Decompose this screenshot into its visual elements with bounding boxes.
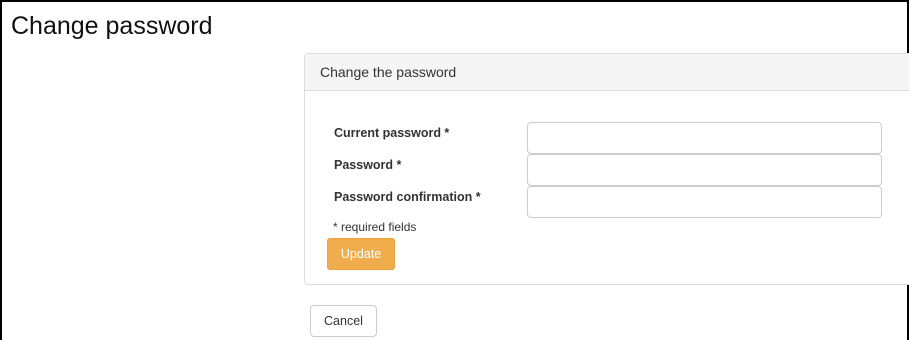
required-fields-note: * required fields: [333, 220, 417, 234]
panel-heading: Change the password: [305, 54, 909, 91]
current-password-input[interactable]: [527, 122, 882, 154]
current-password-label: Current password *: [334, 126, 450, 140]
password-confirmation-input[interactable]: [527, 186, 882, 218]
page-title: Change password: [11, 12, 213, 40]
cancel-button[interactable]: Cancel: [310, 305, 377, 337]
change-password-panel: Change the password Current password * P…: [304, 53, 909, 285]
window-frame: Change password Change the password Curr…: [0, 0, 909, 340]
password-input[interactable]: [527, 154, 882, 186]
password-label: Password *: [334, 158, 402, 172]
update-button[interactable]: Update: [327, 238, 395, 270]
password-confirmation-label: Password confirmation *: [334, 190, 481, 204]
